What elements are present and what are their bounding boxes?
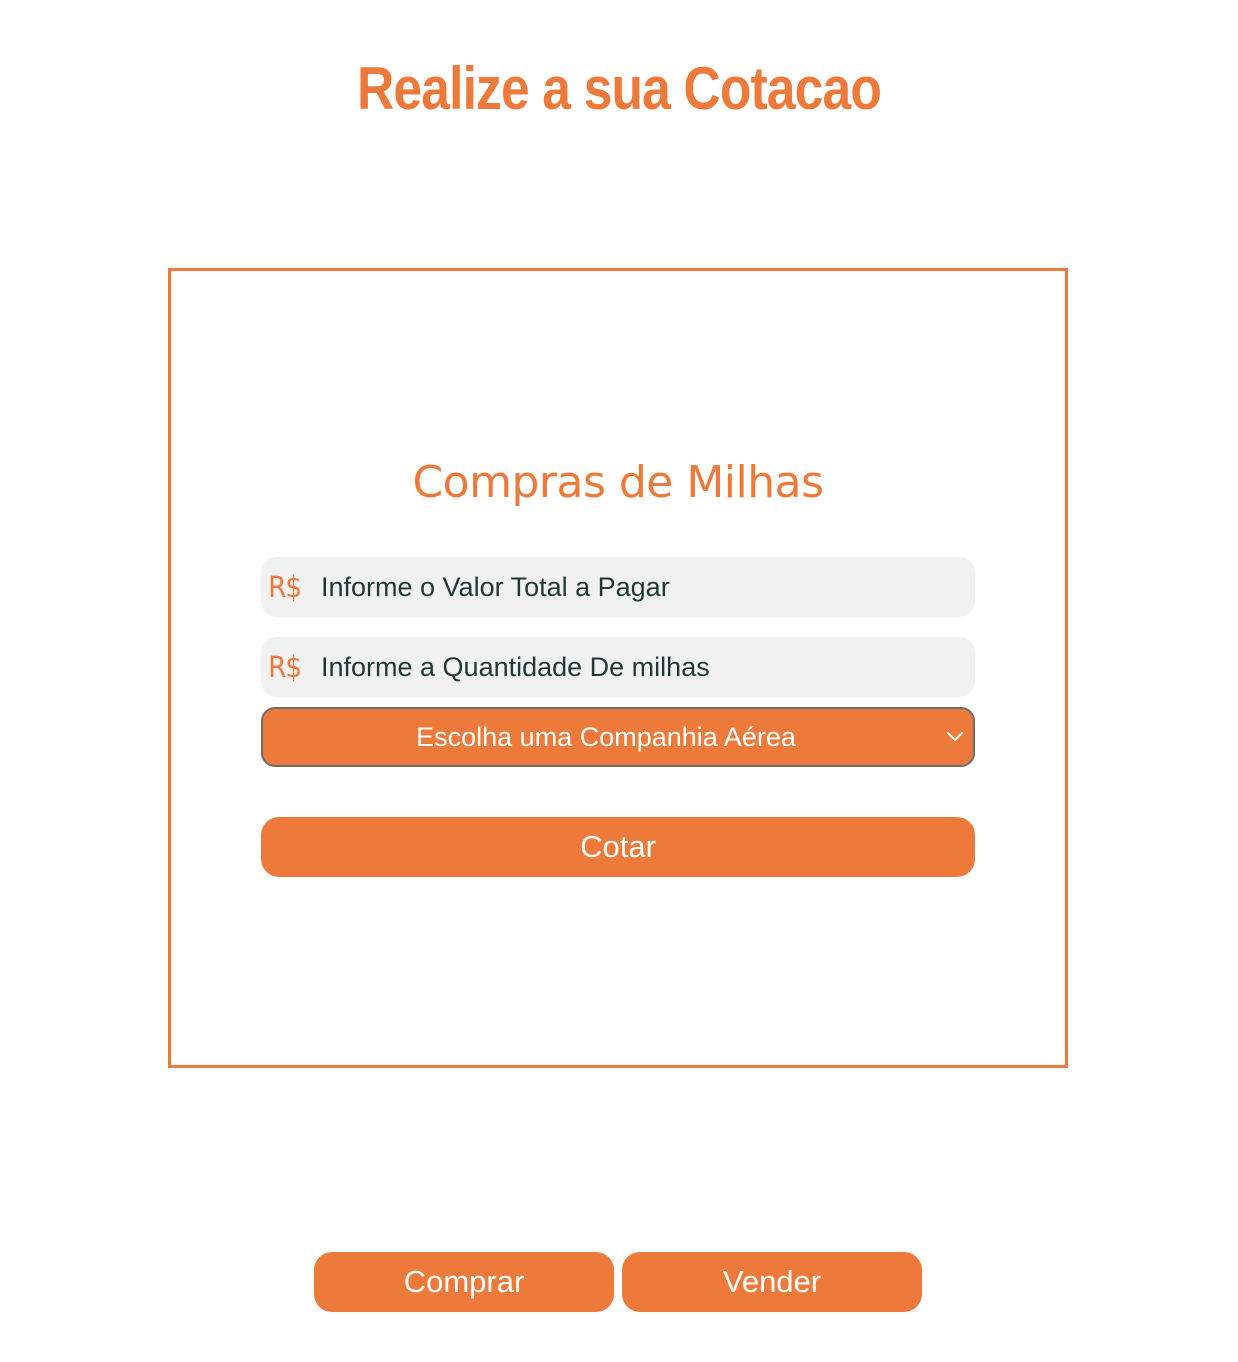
total-value-input[interactable] [311,559,975,615]
vender-button[interactable]: Vender [622,1252,922,1312]
total-value-field[interactable]: R$ [261,557,975,617]
chevron-down-icon [947,732,963,741]
brl-currency-icon: R$ [268,650,302,684]
cotar-button[interactable]: Cotar [261,817,975,877]
quote-form-card: Compras de Milhas R$ R$ Escolha uma Comp… [168,268,1068,1068]
miles-quantity-input[interactable] [311,639,975,695]
airline-select-label: Escolha uma Companhia Aérea [416,721,796,752]
brl-currency-icon: R$ [268,570,302,604]
comprar-button[interactable]: Comprar [314,1252,614,1312]
airline-select[interactable]: Escolha uma Companhia Aérea [261,707,975,767]
form-title: Compras de Milhas [412,457,824,508]
miles-quantity-field[interactable]: R$ [261,637,975,697]
page-title: Realize a sua Cotacao [357,55,882,123]
